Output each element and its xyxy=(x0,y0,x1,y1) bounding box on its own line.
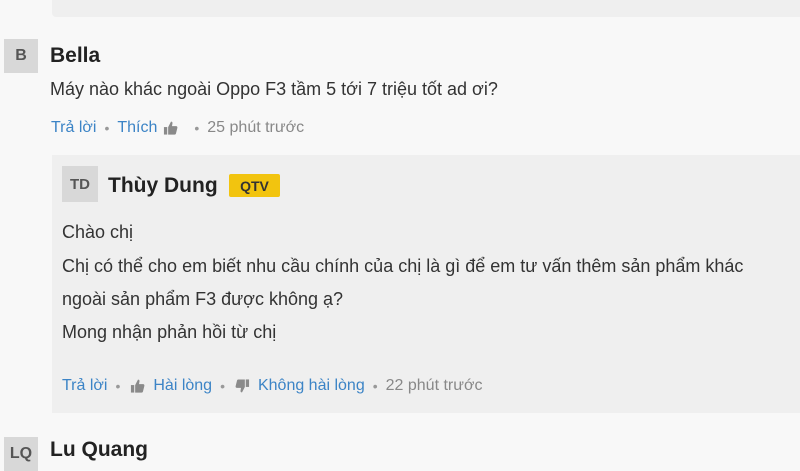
timestamp: 25 phút trước xyxy=(207,119,305,136)
avatar: B xyxy=(4,39,38,73)
reply-link[interactable]: Trả lời xyxy=(51,119,96,137)
separator-dot: • xyxy=(104,120,110,136)
comment-author[interactable]: Bella xyxy=(50,44,100,68)
unsatisfied-link[interactable]: Không hài lòng xyxy=(258,377,365,395)
comment-actions: Trả lời • Thích • 25 phút trước xyxy=(51,119,304,137)
previous-reply-box xyxy=(52,0,800,17)
reply-line: ngoài sản phẩm F3 được không ạ? xyxy=(62,289,344,309)
reply-actions: Trả lời • Hài lòng • Không hài lòng • 22… xyxy=(62,377,482,395)
admin-badge: QTV xyxy=(229,174,280,197)
separator-dot: • xyxy=(194,120,200,136)
timestamp: 22 phút trước xyxy=(385,377,483,394)
reply-line: Chào chị xyxy=(62,222,134,242)
separator-dot: • xyxy=(372,378,378,394)
reply-author[interactable]: Thùy Dung xyxy=(108,174,218,198)
thumbs-down-icon[interactable] xyxy=(235,378,250,394)
avatar: TD xyxy=(62,166,98,202)
reply-link[interactable]: Trả lời xyxy=(62,377,107,395)
separator-dot: • xyxy=(115,378,121,394)
reply-line: Chị có thể cho em biết nhu cầu chính của… xyxy=(62,256,744,276)
thumbs-up-icon[interactable] xyxy=(163,120,178,136)
separator-dot: • xyxy=(220,378,225,394)
comment-author[interactable]: Lu Quang xyxy=(50,438,148,462)
comment-text: Máy nào khác ngoài Oppo F3 tầm 5 tới 7 t… xyxy=(50,79,498,99)
thumbs-up-icon[interactable] xyxy=(130,378,145,394)
reply-line: Mong nhận phản hồi từ chị xyxy=(62,322,277,342)
like-link[interactable]: Thích xyxy=(117,119,157,137)
avatar: LQ xyxy=(4,437,38,471)
satisfied-link[interactable]: Hài lòng xyxy=(153,377,212,395)
